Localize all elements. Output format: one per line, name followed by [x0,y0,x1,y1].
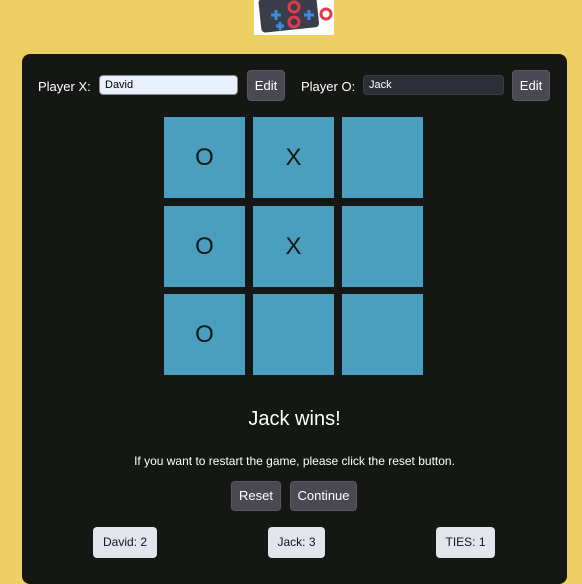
player-o-score: Jack: 3 [268,527,325,558]
edit-player-o-button[interactable]: Edit [512,70,550,101]
game-board: O X O X O [164,117,423,376]
board-cell[interactable] [253,294,334,375]
game-panel: Player X: David Edit Player O: Jack Edit… [22,54,567,584]
player-x-name-input[interactable]: David [99,75,238,95]
edit-player-x-button[interactable]: Edit [247,70,285,101]
board-cell[interactable]: O [164,117,245,198]
continue-button[interactable]: Continue [290,481,357,511]
restart-hint: If you want to restart the game, please … [134,454,455,468]
board-cell[interactable]: O [164,294,245,375]
board-cell[interactable]: X [253,117,334,198]
game-result-message: Jack wins! [248,408,341,430]
player-x-name-value: David [105,79,134,91]
game-logo [254,0,334,35]
board-cell[interactable] [342,206,423,287]
board-cell[interactable] [342,117,423,198]
board-cell[interactable]: X [253,206,334,287]
ties-score: TIES: 1 [436,527,495,558]
tic-tac-toe-logo-icon [254,0,334,35]
player-o-name-input[interactable]: Jack [363,75,504,95]
player-x-label: Player X: [38,79,91,94]
board-cell[interactable]: O [164,206,245,287]
board-cell[interactable] [342,294,423,375]
player-x-score: David: 2 [93,527,157,558]
player-o-name-value: Jack [369,79,392,91]
player-o-label: Player O: [301,79,356,94]
reset-button[interactable]: Reset [231,481,281,511]
